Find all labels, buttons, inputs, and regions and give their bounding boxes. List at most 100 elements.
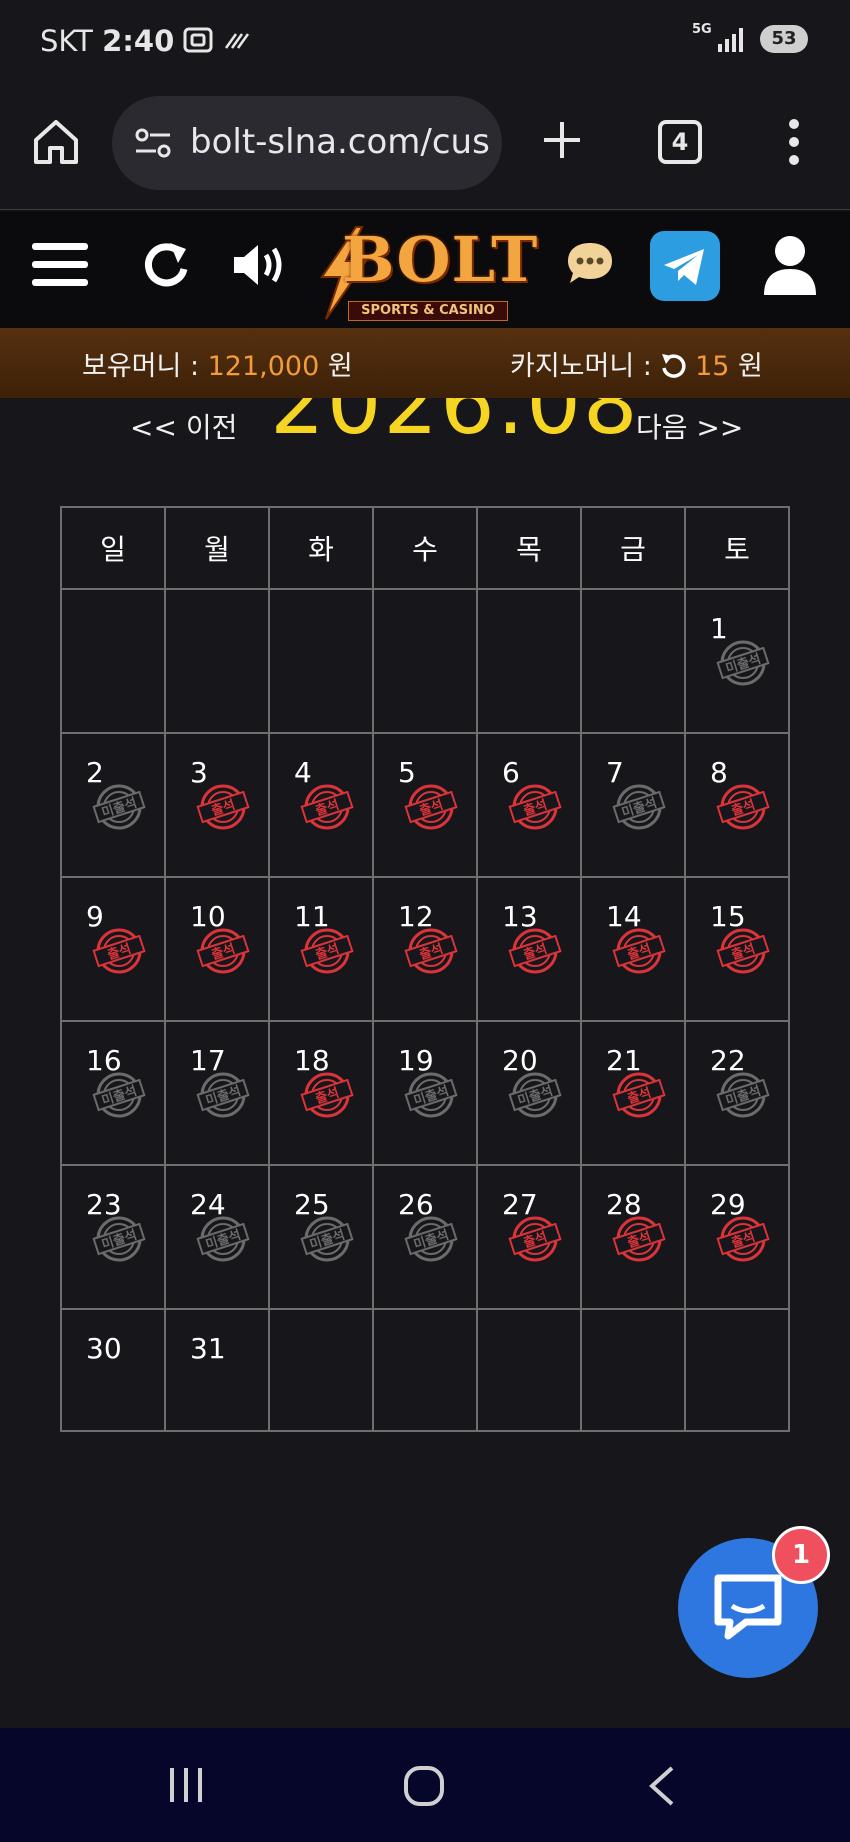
more-menu-icon[interactable] bbox=[780, 116, 808, 168]
nfc-icon bbox=[224, 33, 250, 49]
logo-subtext: SPORTS & CASINO bbox=[348, 301, 508, 321]
holding-label: 보유머니 : bbox=[82, 351, 208, 382]
calendar-day-cell: 23 미출석 bbox=[60, 1164, 166, 1310]
calendar-day-cell: 3 출석 bbox=[164, 732, 270, 878]
home-icon[interactable] bbox=[30, 116, 82, 168]
absence-stamp-icon: 미출석 bbox=[404, 1216, 458, 1262]
calendar-empty-cell bbox=[268, 588, 374, 734]
absence-stamp-icon: 미출석 bbox=[716, 1072, 770, 1118]
attendance-stamp-icon: 출석 bbox=[612, 928, 666, 974]
signal-icon bbox=[718, 28, 743, 52]
calendar-day-cell: 17 미출석 bbox=[164, 1020, 270, 1166]
screenshot-icon bbox=[183, 27, 213, 53]
calendar-week-row: 2 미출석 3 출석 4 출석 5 출석 6 출석 7 미출석 8 출석 bbox=[60, 732, 790, 878]
tab-switcher-button[interactable]: 4 bbox=[658, 120, 702, 164]
calendar-day-cell: 31 bbox=[164, 1308, 270, 1432]
calendar-week-row: 9 출석 10 출석 11 출석 12 출석 13 출석 14 출석 15 출석 bbox=[60, 876, 790, 1022]
absence-stamp-icon: 미출석 bbox=[196, 1216, 250, 1262]
attendance-stamp-icon: 출석 bbox=[404, 928, 458, 974]
stamp-label: 출석 bbox=[417, 941, 445, 964]
next-month-link[interactable]: 다음 >> bbox=[636, 406, 743, 446]
absence-stamp-icon: 미출석 bbox=[508, 1072, 562, 1118]
attendance-stamp-icon: 출석 bbox=[300, 928, 354, 974]
calendar-week-row: 16 미출석 17 미출석 18 출석 19 미출석 20 미출석 21 출석 22 미출석 bbox=[60, 1020, 790, 1166]
stamp-label: 출석 bbox=[729, 1229, 757, 1252]
stamp-label: 출석 bbox=[729, 797, 757, 820]
bolt-logo[interactable]: BOLT SPORTS & CASINO bbox=[312, 217, 544, 325]
casino-refresh-icon[interactable] bbox=[660, 352, 686, 378]
calendar-body: 1 미출석 2 미출석 3 출석 4 출석 5 출석 6 출석 7 미출석 8 출석 9 출석 10 출석 11 출석 12… bbox=[60, 588, 790, 1432]
calendar-empty-cell bbox=[372, 1308, 478, 1432]
attendance-stamp-icon: 출석 bbox=[196, 784, 250, 830]
absence-stamp-icon: 미출석 bbox=[612, 784, 666, 830]
month-title: 2026.08 bbox=[270, 398, 640, 454]
calendar-day-cell: 5 출석 bbox=[372, 732, 478, 878]
calendar-day-cell: 2 미출석 bbox=[60, 732, 166, 878]
weekday-header: 수 bbox=[372, 506, 478, 590]
chat-bubble-icon[interactable] bbox=[564, 239, 616, 287]
weekday-header: 토 bbox=[684, 506, 790, 590]
calendar-day-cell: 27 출석 bbox=[476, 1164, 582, 1310]
day-number: 30 bbox=[86, 1332, 122, 1365]
calendar-week-row: 1 미출석 bbox=[60, 588, 790, 734]
day-number: 31 bbox=[190, 1332, 226, 1365]
recent-apps-icon[interactable] bbox=[166, 1764, 206, 1804]
site-settings-icon[interactable] bbox=[134, 126, 174, 160]
network-label: 5G bbox=[692, 22, 712, 37]
stamp-label: 출석 bbox=[625, 941, 653, 964]
calendar-day-cell: 30 bbox=[60, 1308, 166, 1432]
home-nav-icon[interactable] bbox=[402, 1764, 446, 1808]
sound-icon[interactable] bbox=[232, 239, 288, 291]
absence-stamp-icon: 미출석 bbox=[92, 784, 146, 830]
absence-stamp-icon: 미출석 bbox=[92, 1216, 146, 1262]
casino-money: 카지노머니 : 15 원 bbox=[510, 344, 763, 383]
weekday-header: 월 bbox=[164, 506, 270, 590]
calendar-day-cell: 14 출석 bbox=[580, 876, 686, 1022]
weekday-header-row: 일월화수목금토 bbox=[60, 506, 790, 590]
calendar-day-cell: 12 출석 bbox=[372, 876, 478, 1022]
hamburger-menu-icon[interactable] bbox=[32, 239, 88, 291]
attendance-stamp-icon: 출석 bbox=[300, 784, 354, 830]
refresh-icon[interactable] bbox=[140, 239, 192, 291]
telegram-icon[interactable] bbox=[650, 231, 720, 301]
attendance-stamp-icon: 출석 bbox=[508, 784, 562, 830]
battery-icon: 53 bbox=[760, 25, 808, 53]
chat-notification-badge: 1 bbox=[772, 1526, 830, 1584]
calendar-empty-cell bbox=[580, 588, 686, 734]
attendance-stamp-icon: 출석 bbox=[612, 1216, 666, 1262]
attendance-stamp-icon: 출석 bbox=[196, 928, 250, 974]
carrier-label: SKT bbox=[40, 24, 93, 58]
calendar-day-cell: 8 출석 bbox=[684, 732, 790, 878]
weekday-header: 금 bbox=[580, 506, 686, 590]
attendance-stamp-icon: 출석 bbox=[300, 1072, 354, 1118]
holding-money: 보유머니 : 121,000 원 bbox=[82, 344, 353, 383]
stamp-label: 출석 bbox=[625, 1085, 653, 1108]
new-tab-icon[interactable] bbox=[538, 116, 586, 164]
address-bar[interactable]: bolt-slna.com/cus bbox=[112, 96, 502, 190]
clock: 2:40 bbox=[102, 24, 175, 58]
attendance-stamp-icon: 출석 bbox=[404, 784, 458, 830]
holding-unit: 원 bbox=[319, 351, 353, 382]
attendance-stamp-icon: 출석 bbox=[92, 928, 146, 974]
stamp-label: 출석 bbox=[625, 1229, 653, 1252]
calendar-day-cell: 21 출석 bbox=[580, 1020, 686, 1166]
calendar-day-cell: 29 출석 bbox=[684, 1164, 790, 1310]
calendar-empty-cell bbox=[372, 588, 478, 734]
calendar-day-cell: 9 출석 bbox=[60, 876, 166, 1022]
absence-stamp-icon: 미출석 bbox=[300, 1216, 354, 1262]
calendar-empty-cell bbox=[476, 588, 582, 734]
attendance-stamp-icon: 출석 bbox=[508, 928, 562, 974]
back-icon[interactable] bbox=[646, 1764, 678, 1808]
calendar-table: 일월화수목금토 1 미출석 2 미출석 3 출석 4 출석 5 출석 6 출석 7 미출석 8 출석 9 출석 10… bbox=[60, 506, 790, 1432]
attendance-stamp-icon: 출석 bbox=[612, 1072, 666, 1118]
prev-month-link[interactable]: << 이전 bbox=[130, 406, 237, 446]
weekday-header: 화 bbox=[268, 506, 374, 590]
user-icon[interactable] bbox=[762, 235, 818, 297]
calendar-day-cell: 7 미출석 bbox=[580, 732, 686, 878]
calendar-day-cell: 15 출석 bbox=[684, 876, 790, 1022]
calendar-day-cell: 13 출석 bbox=[476, 876, 582, 1022]
calendar-day-cell: 16 미출석 bbox=[60, 1020, 166, 1166]
url-text[interactable]: bolt-slna.com/cus bbox=[190, 122, 490, 162]
system-nav-bar bbox=[0, 1728, 850, 1842]
stamp-label: 출석 bbox=[209, 941, 237, 964]
